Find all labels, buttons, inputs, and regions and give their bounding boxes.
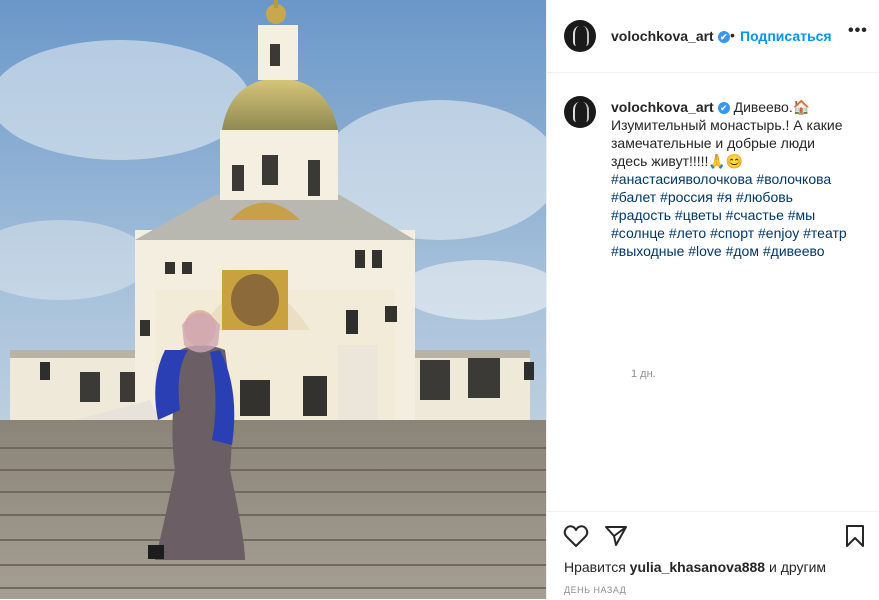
author-username-text[interactable]: volochkova_art: [611, 28, 714, 44]
liker-username[interactable]: yulia_khasanova888: [630, 559, 765, 575]
post-header: volochkova_art ✔ • Подписаться •••: [547, 0, 879, 73]
post-sidebar: volochkova_art ✔ • Подписаться ••• voloch…: [546, 0, 879, 599]
caption-timestamp[interactable]: 1 дн.: [631, 368, 656, 380]
hashtag-line[interactable]: #радость #цветы #счастье #мы: [611, 206, 856, 224]
likes-summary: Нравится yulia_khasanova888 и другим: [564, 559, 826, 575]
likes-suffix[interactable]: и другим: [769, 559, 826, 575]
caption-username[interactable]: volochkova_art: [611, 99, 714, 115]
post-actions: Нравится yulia_khasanova888 и другим ДЕН…: [547, 511, 879, 600]
caption-text: volochkova_art ✔ Дивеево.🏠 Изумительный м…: [611, 98, 856, 260]
more-options-icon[interactable]: •••: [848, 22, 868, 40]
bookmark-icon[interactable]: [845, 524, 865, 548]
post-photo[interactable]: [0, 0, 546, 599]
author-username[interactable]: volochkova_art ✔: [611, 28, 730, 44]
caption-line: замечательные и добрые люди: [611, 135, 815, 151]
author-avatar[interactable]: [564, 20, 596, 52]
caption-author-avatar[interactable]: [564, 96, 596, 128]
post-date[interactable]: ДЕНЬ НАЗАД: [564, 585, 626, 595]
hashtag-line[interactable]: #выходные #love #дом #дивеево: [611, 242, 856, 260]
likes-prefix: Нравится: [564, 559, 626, 575]
share-icon[interactable]: [604, 524, 628, 548]
follow-button[interactable]: Подписаться: [740, 28, 832, 44]
heart-icon[interactable]: [563, 524, 589, 548]
cathedral-photo: [0, 0, 546, 599]
hashtag-line[interactable]: #балет #россия #я #любовь: [611, 188, 856, 206]
hashtag-line[interactable]: #солнце #лето #спорт #enjoy #театр: [611, 224, 856, 242]
separator-dot: •: [730, 27, 735, 43]
hashtag-line[interactable]: #анастасияволочкова #волочкова: [611, 170, 856, 188]
caption-verified-badge-icon: ✔: [717, 102, 730, 114]
caption-line: Изумительный монастырь.! А какие: [611, 117, 843, 133]
caption-line: здесь живут!!!!!🙏😊: [611, 153, 744, 169]
caption-line: Дивеево.🏠: [733, 99, 811, 115]
verified-badge-icon: ✔: [717, 31, 730, 43]
